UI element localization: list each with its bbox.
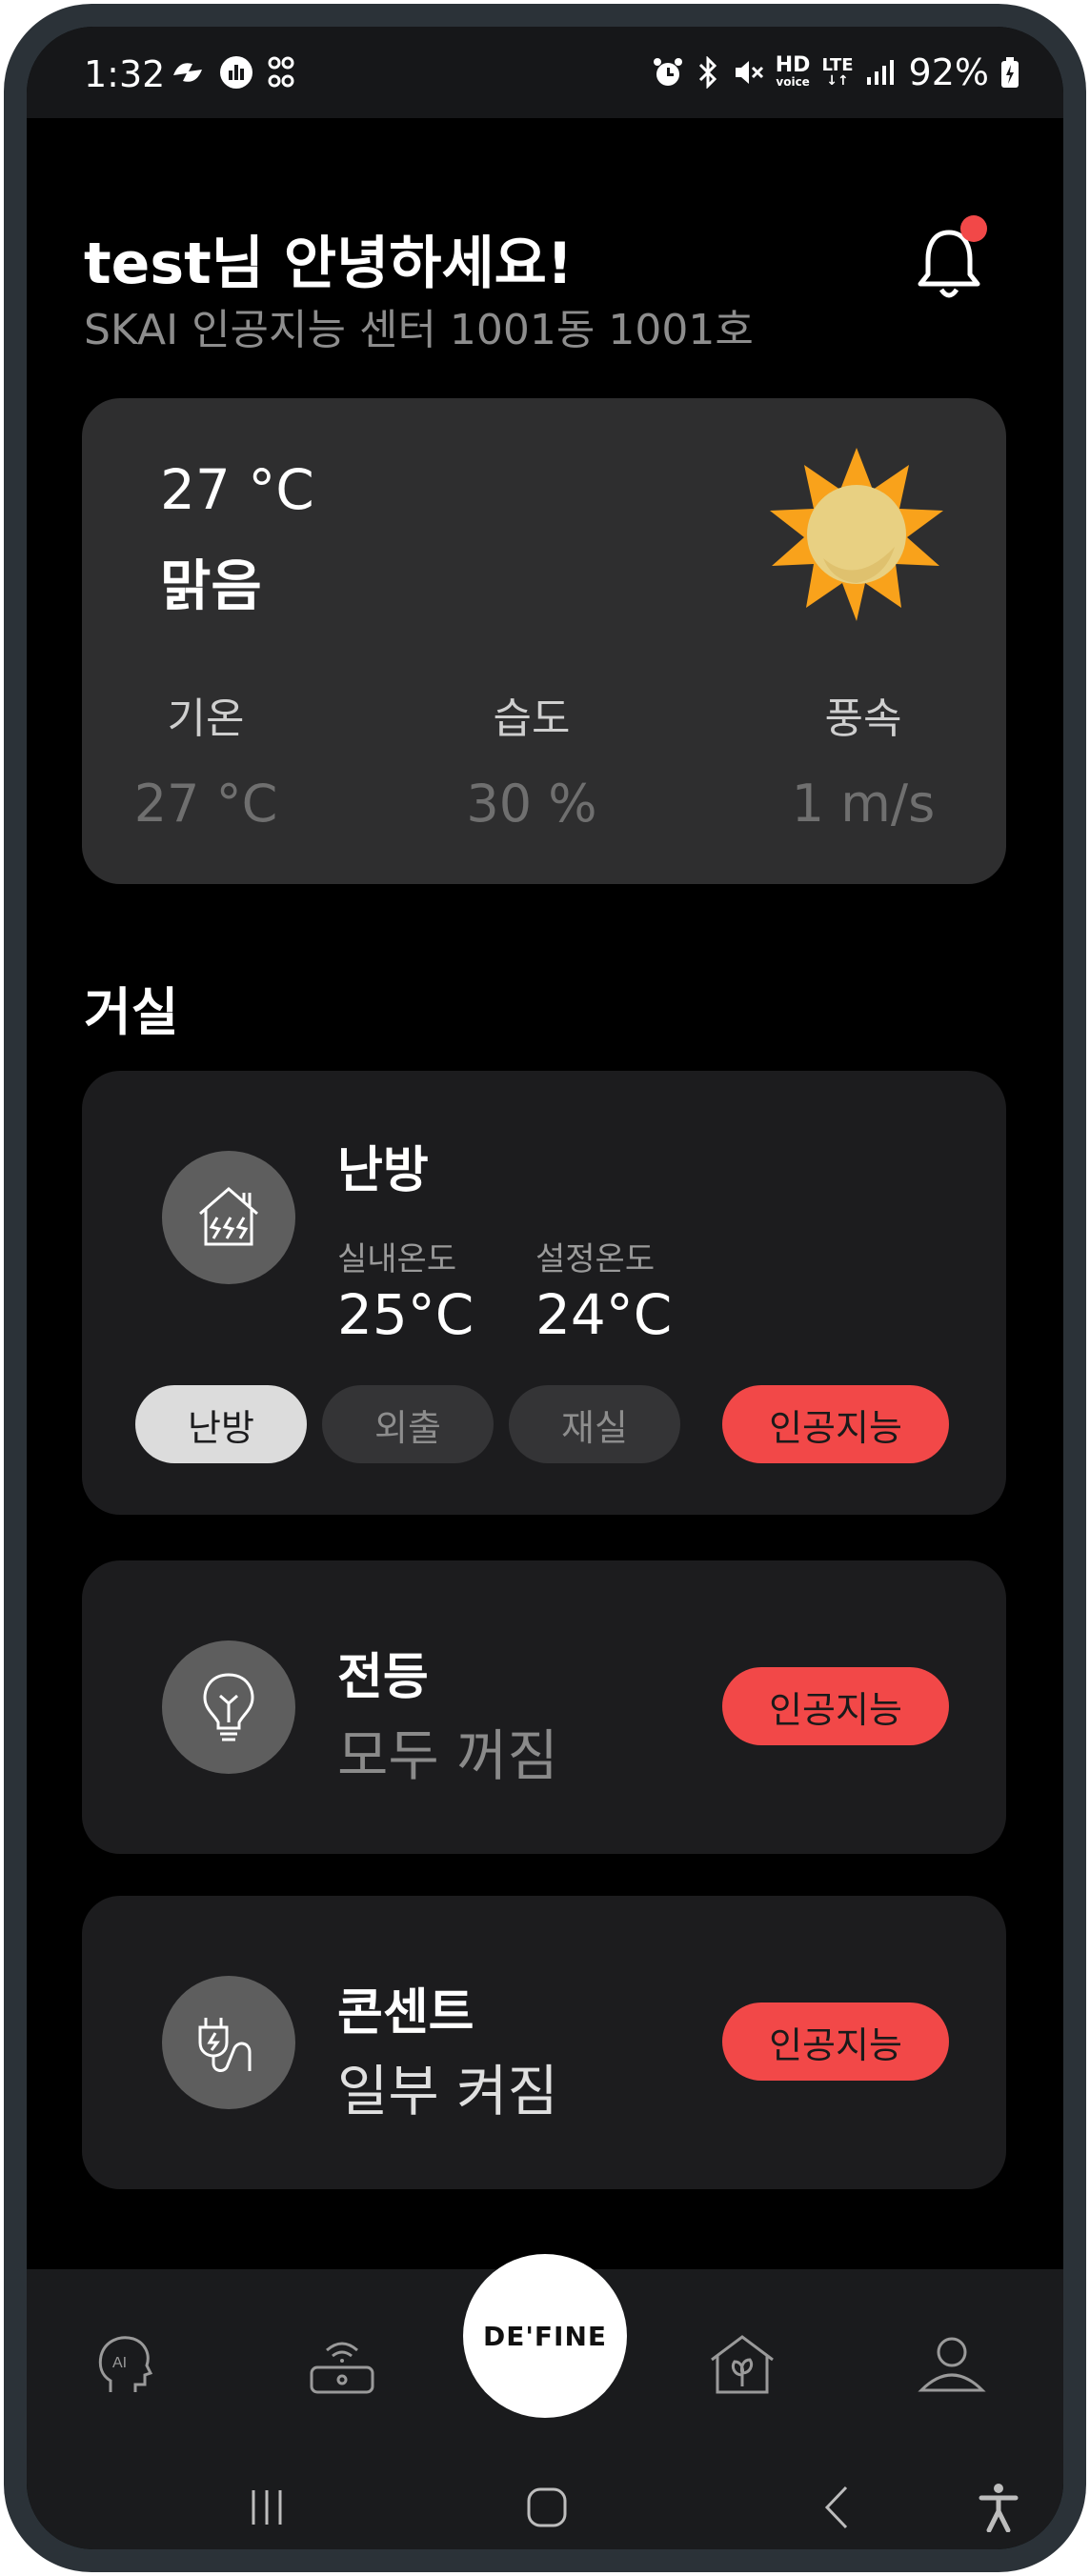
weather-stat-value: 27 °C (133, 774, 278, 834)
weather-stat-label: 습도 (493, 694, 571, 743)
heating-title: 난방 (337, 1142, 429, 1199)
weather-stat-value: 1 m/s (791, 774, 936, 834)
sun-icon (770, 448, 943, 621)
heating-house-icon (199, 1187, 258, 1246)
accessibility-icon (979, 2484, 1019, 2532)
signal-icon (866, 60, 894, 85)
outlet-ai-button[interactable]: 인공지능 (722, 2002, 949, 2081)
greeting-title: test님 안녕하세요! (84, 231, 574, 297)
light-title: 전등 (337, 1649, 429, 1706)
plug-icon (198, 2018, 252, 2072)
ai-head-icon: AI (98, 2336, 153, 2392)
nav-profile[interactable] (909, 2326, 995, 2403)
status-right-icons: HD voice LTE ↓↑ 92% (652, 51, 1019, 93)
battery-percent: 92% (908, 51, 989, 93)
stats-icon (220, 56, 252, 89)
mode-away-button[interactable]: 외출 (322, 1385, 494, 1463)
outlet-status: 일부 켜짐 (337, 2059, 558, 2123)
room-title: 거실 (84, 982, 179, 1042)
back-button[interactable] (808, 2479, 865, 2536)
home-button[interactable] (518, 2479, 575, 2536)
light-icon-circle (162, 1640, 295, 1774)
status-bar: 1:32 HD voice LTE ↓↑ 92% (27, 27, 1063, 118)
weather-stat-wind: 풍속 1 m/s (768, 684, 959, 834)
eco-home-icon (711, 2335, 774, 2394)
lte-icon: LTE ↓↑ (821, 54, 854, 89)
mode-home-button[interactable]: 재실 (509, 1385, 680, 1463)
back-chevron-icon (824, 2485, 848, 2529)
weather-stat-value: 30 % (466, 774, 597, 834)
weather-stat-label: 풍속 (824, 694, 902, 743)
weather-temperature: 27 °C (160, 457, 314, 522)
light-ai-button[interactable]: 인공지능 (722, 1667, 949, 1745)
bluetooth-icon (698, 56, 717, 89)
weather-stat-label: 기온 (167, 694, 245, 743)
status-left-icons (170, 55, 295, 90)
outlet-card[interactable]: 콘센트 일부 켜짐 인공지능 (82, 1896, 1006, 2189)
wifi-router-icon (310, 2342, 374, 2394)
weather-stat-temp: 기온 27 °C (111, 684, 301, 834)
home-square-icon (527, 2487, 567, 2527)
outlet-title: 콘센트 (337, 1984, 474, 2042)
indoor-temp-value: 25°C (337, 1282, 474, 1347)
recent-apps-icon (252, 2490, 282, 2525)
weather-condition: 맑음 (160, 553, 262, 618)
accessibility-button[interactable] (970, 2479, 1027, 2536)
light-card[interactable]: 전등 모두 꺼짐 인공지능 (82, 1560, 1006, 1854)
mute-icon (735, 61, 763, 84)
mode-heating-button[interactable]: 난방 (135, 1385, 307, 1463)
nav-home[interactable] (699, 2326, 785, 2403)
battery-icon (1001, 57, 1019, 88)
hd-voice-icon: HD voice (775, 52, 811, 89)
recent-apps-button[interactable] (238, 2479, 295, 2536)
heating-icon-circle (162, 1151, 295, 1284)
heating-ai-button[interactable]: 인공지능 (722, 1385, 949, 1463)
set-temp-label: 설정온도 (535, 1240, 656, 1278)
indoor-temp-label: 실내온도 (337, 1240, 457, 1278)
notification-badge (960, 215, 987, 242)
light-status: 모두 꺼짐 (337, 1723, 558, 1788)
profile-icon (918, 2337, 986, 2392)
define-center-button[interactable]: DE'FINE (463, 2254, 627, 2418)
nav-network[interactable] (299, 2326, 385, 2403)
outlet-icon-circle (162, 1976, 295, 2109)
nav-ai[interactable]: AI (82, 2326, 168, 2403)
link-icon (268, 56, 294, 88)
weather-card[interactable]: 27 °C 맑음 기온 27 °C 습도 30 % 풍속 1 m/s (82, 398, 1006, 884)
set-temp-value: 24°C (535, 1282, 673, 1347)
lightbulb-icon (203, 1673, 254, 1741)
svg-text:AI: AI (112, 2355, 127, 2371)
heating-card[interactable]: 난방 실내온도 25°C 설정온도 24°C 난방 외출 재실 인공지능 (82, 1071, 1006, 1515)
alarm-icon (653, 58, 682, 86)
status-time: 1:32 (84, 53, 166, 95)
address-subtitle: SKAI 인공지능 센터 1001동 1001호 (84, 306, 754, 354)
weather-stat-humidity: 습도 30 % (436, 684, 627, 834)
flow-icon (173, 63, 202, 82)
app-screen: 1:32 HD voice LTE ↓↑ 92% test님 안녕하세요! SK… (27, 27, 1063, 2549)
